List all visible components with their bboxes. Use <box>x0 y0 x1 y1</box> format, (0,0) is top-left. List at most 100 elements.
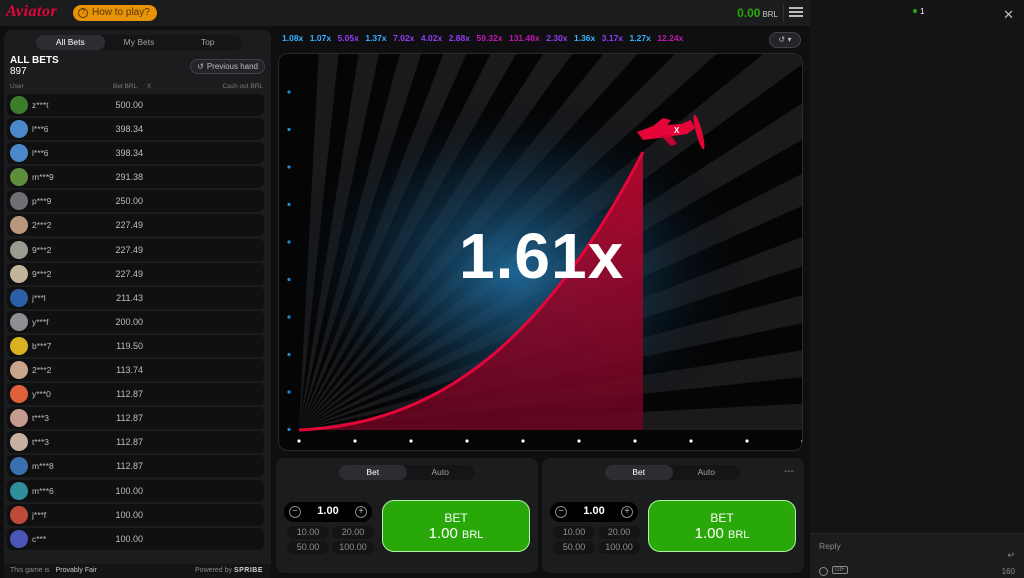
bet-amount: 398.34 <box>115 124 143 135</box>
bet-user: 9***2 <box>32 268 52 279</box>
gif-button[interactable]: GIF <box>832 566 848 574</box>
x-axis-dot <box>465 439 469 443</box>
quick-amount-button[interactable]: 100.00 <box>598 541 640 554</box>
avatar <box>10 433 28 452</box>
divider <box>783 4 784 22</box>
provably-fair-link[interactable]: Provably Fair <box>56 567 97 574</box>
bet-amount: 227.49 <box>115 244 143 255</box>
history-multiplier[interactable]: 7.02x <box>393 33 414 47</box>
previous-hand-button[interactable]: ↺ Previous hand <box>190 59 265 74</box>
avatar <box>10 168 28 187</box>
online-count-value: 1 <box>920 7 925 16</box>
x-axis-dot <box>353 439 357 443</box>
provably-fair[interactable]: This game is Provably Fair <box>10 567 97 574</box>
aviator-logo[interactable]: Aviator <box>6 3 57 21</box>
bet-button[interactable]: BET 1.00 BRL <box>382 500 530 552</box>
tab-top[interactable]: Top <box>173 35 242 50</box>
quick-amount-button[interactable]: 20.00 <box>332 526 374 539</box>
history-multiplier[interactable]: 1.07x <box>310 33 331 47</box>
history-multiplier[interactable]: 12.24x <box>657 33 683 47</box>
bet-user: y***0 <box>32 389 51 400</box>
bet-mode-tabs: Bet Auto <box>339 465 474 480</box>
bet-user: z***t <box>32 100 49 110</box>
bet-user: t***3 <box>32 413 50 424</box>
balance-amount: 0.00 <box>737 6 761 20</box>
y-axis-dot <box>287 352 291 357</box>
history-multiplier[interactable]: 2.30x <box>546 33 567 47</box>
history-multiplier[interactable]: 1.36x <box>574 33 595 47</box>
online-dot-icon <box>913 9 917 13</box>
minus-icon[interactable]: − <box>555 506 567 518</box>
bet-button-amount: 1.00 <box>694 525 724 542</box>
stake-stepper[interactable]: − 1.00 + <box>284 502 372 522</box>
history-multiplier[interactable]: 2.88x <box>449 33 470 47</box>
x-axis-dot <box>577 439 581 443</box>
bet-amount: 112.87 <box>116 437 143 448</box>
bet-amount: 119.50 <box>116 340 143 351</box>
plus-icon[interactable]: + <box>621 506 633 518</box>
bet-amount: 211.43 <box>116 292 143 303</box>
chat-input[interactable]: Reply <box>819 541 841 551</box>
bet-amount: 112.87 <box>116 413 143 424</box>
stake-stepper[interactable]: − 1.00 + <box>550 502 638 522</box>
bet-user: m***8 <box>32 461 54 472</box>
bet-panel-2: Bet Auto --- − 1.00 + 10.00 20.00 50.00 … <box>542 458 804 573</box>
hamburger-menu-icon[interactable] <box>788 5 804 21</box>
y-axis-dot <box>287 390 291 394</box>
quick-amount-button[interactable]: 100.00 <box>332 541 374 554</box>
history-multiplier[interactable]: 1.27x <box>630 33 651 47</box>
history-toggle-button[interactable]: ↺ ▾ <box>769 32 801 48</box>
bet-row: y***f 200.00 <box>7 310 264 333</box>
quick-amount-button[interactable]: 10.00 <box>553 526 595 539</box>
quick-amount-button[interactable]: 10.00 <box>287 526 329 539</box>
footer-game-text: This game is <box>10 567 50 574</box>
x-axis-dot <box>409 439 413 443</box>
history-multiplier[interactable]: 5.05x <box>338 33 359 47</box>
history-multiplier[interactable]: 131.48x <box>509 33 540 47</box>
avatar <box>10 264 28 283</box>
bet-row: j***f 100.00 <box>7 503 264 526</box>
tab-all-bets[interactable]: All Bets <box>36 35 105 50</box>
how-to-play-button[interactable]: ? How to play? <box>73 5 157 21</box>
emoji-icon[interactable] <box>819 567 828 576</box>
quick-amount-button[interactable]: 50.00 <box>287 541 329 554</box>
tab-my-bets[interactable]: My Bets <box>105 35 174 50</box>
avatar <box>10 409 28 428</box>
history-multiplier[interactable]: 4.02x <box>421 33 442 47</box>
bet-row: p***9 250.00 <box>7 190 264 213</box>
quick-amount-button[interactable]: 50.00 <box>553 541 595 554</box>
bet-row: m***6 100.00 <box>7 479 264 502</box>
y-axis-dot <box>287 202 291 207</box>
history-multiplier[interactable]: 1.37x <box>365 33 386 47</box>
stake-value[interactable]: 1.00 <box>570 505 618 517</box>
y-axis-dot <box>287 315 291 319</box>
aviator-app: Aviator ? How to play? 0.00 BRL All Bets … <box>0 0 810 578</box>
tab-bet[interactable]: Bet <box>339 465 407 480</box>
column-user: User <box>10 83 24 90</box>
question-icon: ? <box>78 8 88 18</box>
history-multiplier[interactable]: 1.08x <box>282 33 303 47</box>
send-icon[interactable]: ↵ <box>1007 550 1015 561</box>
tab-auto[interactable]: Auto <box>407 465 475 480</box>
close-icon[interactable]: ✕ <box>1003 7 1014 23</box>
balance-currency: BRL <box>762 10 778 19</box>
avatar <box>10 385 28 404</box>
bet-user: l***6 <box>32 148 49 159</box>
history-multiplier[interactable]: 59.32x <box>476 33 502 47</box>
bet-amount: 100.00 <box>115 533 143 544</box>
bet-row: 2***2 113.74 <box>7 359 264 382</box>
top-bar: Aviator ? How to play? 0.00 BRL <box>0 0 810 26</box>
stake-value[interactable]: 1.00 <box>304 505 352 517</box>
minus-icon[interactable]: − <box>289 506 301 518</box>
plus-icon[interactable]: + <box>355 506 367 518</box>
bet-user: 2***2 <box>32 220 52 231</box>
tab-bet[interactable]: Bet <box>605 465 673 480</box>
tab-auto[interactable]: Auto <box>673 465 741 480</box>
avatar <box>10 336 28 355</box>
quick-amount-button[interactable]: 20.00 <box>598 526 640 539</box>
remove-panel-button[interactable]: --- <box>784 466 794 477</box>
bet-button-currency: BRL <box>461 529 484 541</box>
bet-button[interactable]: BET 1.00 BRL <box>648 500 796 552</box>
history-multiplier[interactable]: 3.17x <box>602 33 623 47</box>
bet-row: y***0 112.87 <box>7 383 264 406</box>
